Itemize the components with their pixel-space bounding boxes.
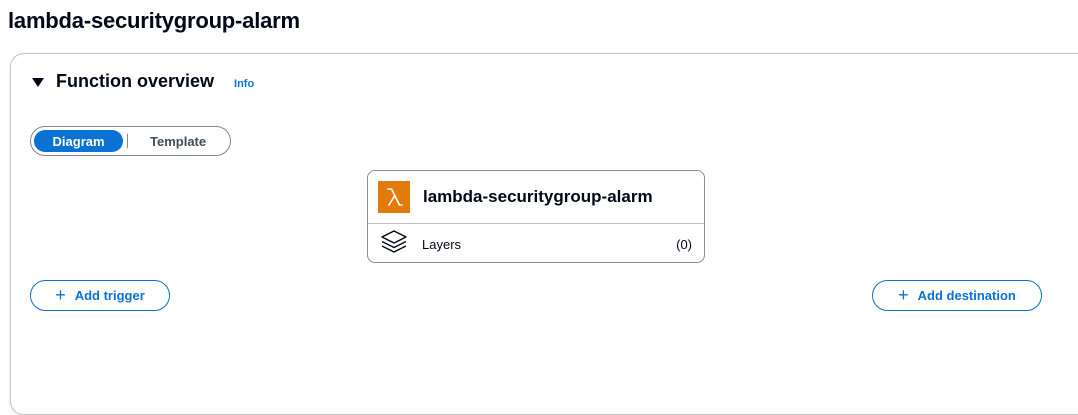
layers-label: Layers xyxy=(422,236,462,252)
function-name: lambda-securitygroup-alarm xyxy=(423,187,653,206)
section-title: Function overview xyxy=(56,71,215,91)
layers-icon xyxy=(380,229,408,260)
add-trigger-label: Add trigger xyxy=(74,288,145,303)
layers-count: (0) xyxy=(676,236,692,252)
template-toggle-button[interactable]: Template xyxy=(129,130,227,152)
caret-down-icon[interactable] xyxy=(32,77,44,87)
card-divider xyxy=(368,223,704,224)
plus-icon: + xyxy=(898,284,909,305)
add-destination-button[interactable]: + Add destination xyxy=(872,280,1042,311)
section-header: Function overview Info xyxy=(32,71,254,92)
diagram-toggle-button[interactable]: Diagram xyxy=(34,130,124,152)
toggle-divider xyxy=(127,134,129,148)
layers-row[interactable]: Layers (0) xyxy=(380,229,692,260)
page-title: lambda-securitygroup-alarm xyxy=(8,8,300,33)
lambda-icon xyxy=(378,181,410,213)
function-card[interactable]: lambda-securitygroup-alarm Layers (0) xyxy=(367,170,705,263)
info-link[interactable]: Info xyxy=(234,78,254,90)
add-destination-label: Add destination xyxy=(917,288,1016,303)
view-toggle: Diagram Template xyxy=(30,126,231,156)
function-card-header: lambda-securitygroup-alarm xyxy=(378,181,653,213)
plus-icon: + xyxy=(55,284,66,305)
add-trigger-button[interactable]: + Add trigger xyxy=(30,280,170,311)
